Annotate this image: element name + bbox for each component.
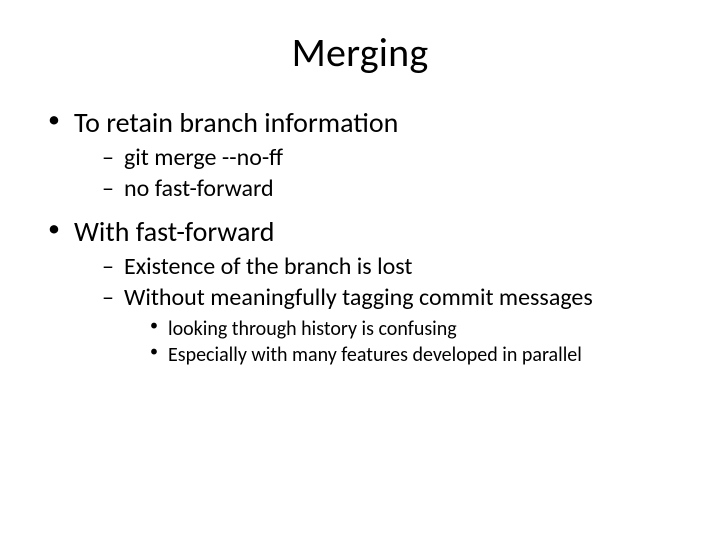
sub-list: git merge --no-ff no fast-forward xyxy=(74,143,680,204)
bullet-item: With fast-forward Existence of the branc… xyxy=(48,214,680,367)
subsub-text: Especially with many features developed … xyxy=(168,343,582,367)
subsub-item: looking through history is confusing xyxy=(150,316,680,342)
sub-text: no fast-forward xyxy=(124,174,274,203)
sub-text: git merge --no-ff xyxy=(124,143,283,172)
slide: Merging To retain branch information git… xyxy=(0,0,720,540)
bullet-text: To retain branch information xyxy=(74,105,398,140)
subsub-text: looking through history is confusing xyxy=(168,317,457,341)
sub-text: Existence of the branch is lost xyxy=(124,252,412,281)
sub-item: Existence of the branch is lost xyxy=(102,252,680,283)
subsub-list: looking through history is confusing Esp… xyxy=(124,316,680,368)
sub-item: no fast-forward xyxy=(102,174,680,205)
bullet-list: To retain branch information git merge -… xyxy=(40,105,680,368)
bullet-item: To retain branch information git merge -… xyxy=(48,105,680,204)
sub-item: Without meaningfully tagging commit mess… xyxy=(102,283,680,368)
slide-title: Merging xyxy=(40,28,680,77)
sub-item: git merge --no-ff xyxy=(102,143,680,174)
sub-text: Without meaningfully tagging commit mess… xyxy=(124,283,593,312)
bullet-text: With fast-forward xyxy=(74,214,274,249)
subsub-item: Especially with many features developed … xyxy=(150,342,680,368)
sub-list: Existence of the branch is lost Without … xyxy=(74,252,680,367)
